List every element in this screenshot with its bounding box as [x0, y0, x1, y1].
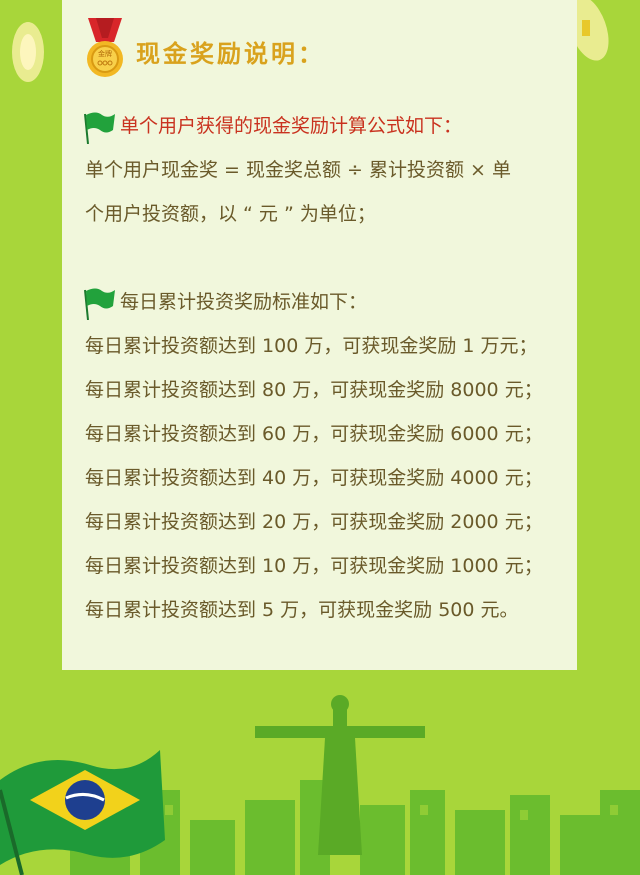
formula-line-1: 单个用户现金奖 = 现金奖总额 ÷ 累计投资额 × 单 — [85, 159, 511, 181]
page-title: 现金奖励说明： — [136, 40, 325, 68]
lantern-left-icon — [12, 22, 44, 82]
reward-line: 每日累计投资额达到 5 万，可获现金奖励 500 元。 — [85, 599, 519, 621]
reward-line: 每日累计投资额达到 10 万，可获现金奖励 1000 元； — [85, 555, 543, 577]
green-flag-icon — [84, 288, 115, 320]
formula-line-2: 个用户投资额，以 “ 元 ” 为单位； — [85, 203, 376, 225]
rio-skyline-illustration — [0, 695, 640, 875]
reward-line: 每日累计投资额达到 80 万，可获现金奖励 8000 元； — [85, 379, 543, 401]
reward-line: 每日累计投资额达到 40 万，可获现金奖励 4000 元； — [85, 467, 543, 489]
reward-line: 每日累计投资额达到 100 万，可获现金奖励 1 万元； — [85, 335, 538, 357]
reward-line: 每日累计投资额达到 20 万，可获现金奖励 2000 元； — [85, 511, 543, 533]
formula-heading: 单个用户获得的现金奖励计算公式如下： — [120, 115, 463, 137]
green-flag-icon — [84, 112, 115, 144]
reward-line: 每日累计投资额达到 60 万，可获现金奖励 6000 元； — [85, 423, 543, 445]
gold-medal-icon: 金牌 — [87, 18, 123, 77]
medal-label: 金牌 — [98, 49, 112, 58]
reward-standard-heading: 每日累计投资奖励标准如下： — [120, 291, 368, 313]
